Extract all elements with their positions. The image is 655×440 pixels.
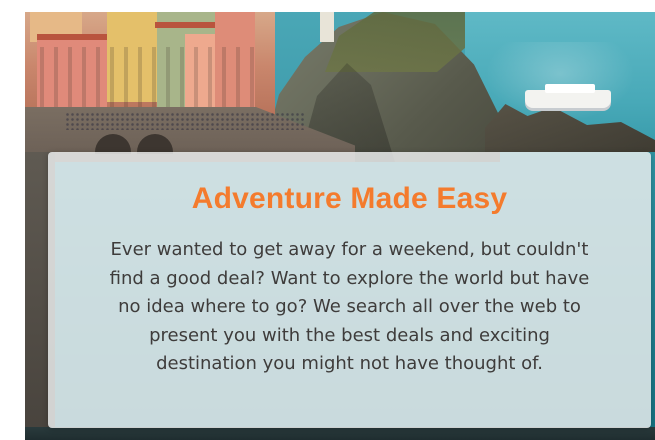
page: Adventure Made Easy Ever wanted to get a… <box>0 0 655 440</box>
roof <box>155 22 215 28</box>
description-line: Ever wanted to get away for a weekend, b… <box>110 239 589 260</box>
foreground-rocks <box>25 427 655 440</box>
card-description: Ever wanted to get away for a weekend, b… <box>70 236 629 379</box>
crowd <box>65 112 305 130</box>
roof <box>37 34 107 40</box>
info-card: Adventure Made Easy Ever wanted to get a… <box>48 152 651 428</box>
card-title: Adventure Made Easy <box>191 182 508 215</box>
description-line: present you with the best deals and exci… <box>149 324 550 346</box>
description-line: destination you might not have thought o… <box>156 353 543 374</box>
village <box>25 12 275 122</box>
cliff-vegetation <box>325 12 465 72</box>
cliff-tower <box>320 12 334 42</box>
description-line: find a good deal? Want to explore the wo… <box>109 267 590 289</box>
description-line: no idea where to go? We search all over … <box>118 296 581 317</box>
ferry-cabin <box>545 84 595 93</box>
windows <box>40 47 260 107</box>
